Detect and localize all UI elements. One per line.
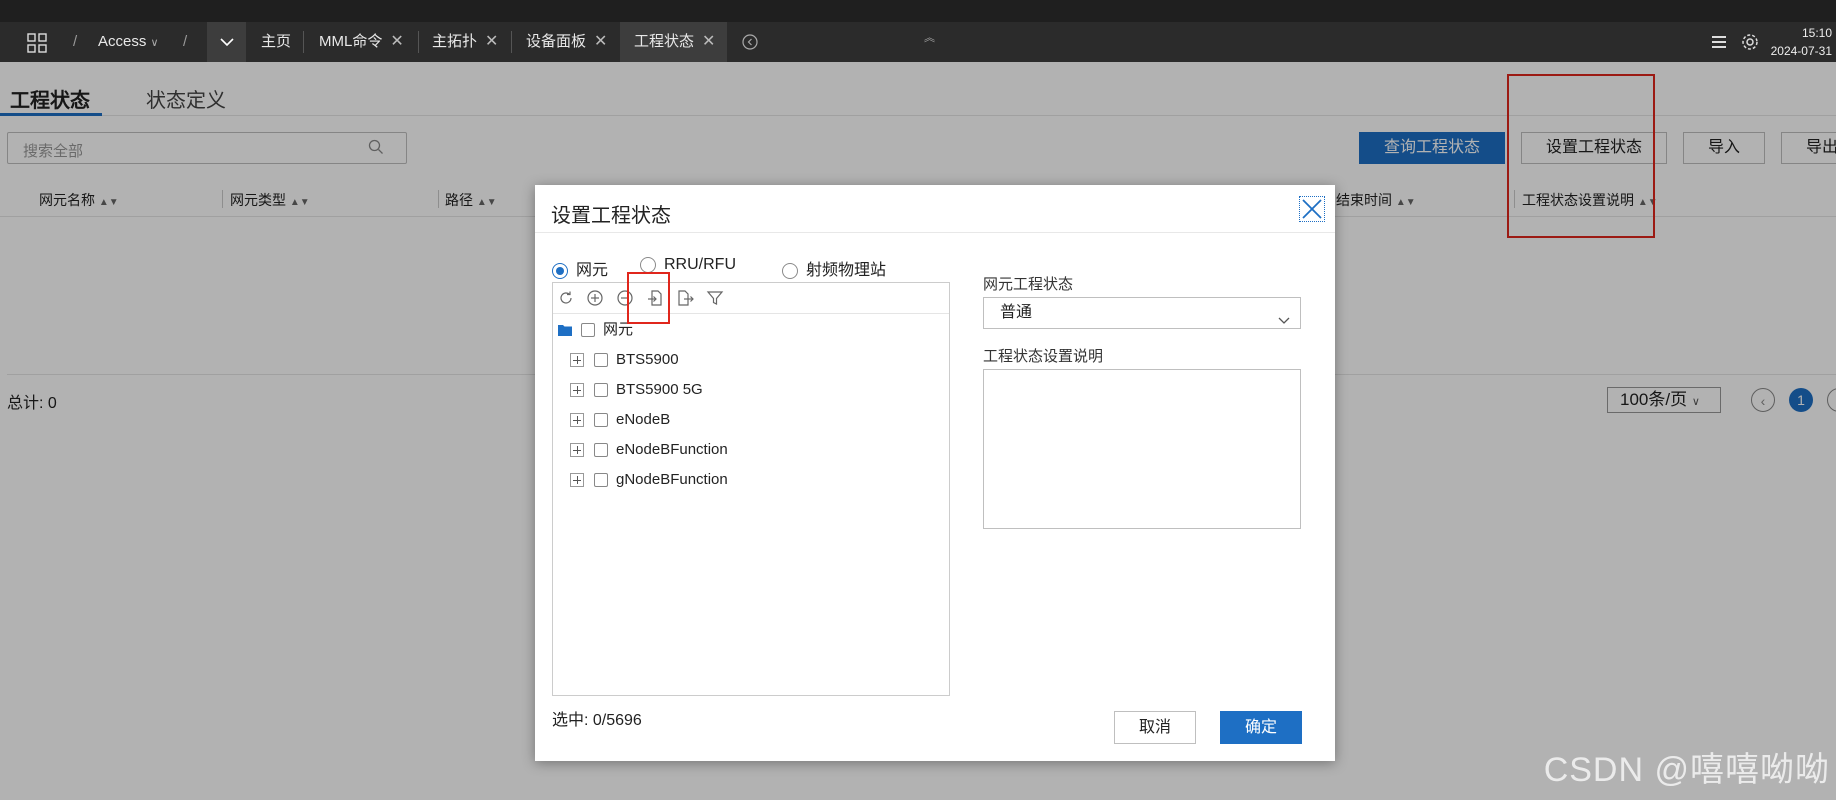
clock-date: 2024-07-31 [1770,44,1832,58]
status-select[interactable]: 普通 [983,297,1301,329]
breadcrumb-separator: / [183,33,188,50]
top-navigation-bar: / Access ∨ / 主页 MML命令 ✕ 主拓扑 ✕ 设备面板 ✕ 工程状态 ✕ … [0,22,1836,62]
clock: 15:10 2024-07-31 [1771,24,1832,60]
selected-count: 选中: 0/5696 [552,712,642,729]
filter-icon[interactable] [706,289,724,307]
tabs-dropdown-button[interactable] [207,22,246,62]
chevron-down-icon: ∨ [150,37,159,49]
checkbox[interactable] [594,383,608,398]
checkbox[interactable] [594,353,608,368]
tab-engineering-status[interactable]: 工程状态 ✕ [620,22,727,62]
description-field-label: 工程状态设置说明 [983,348,1104,365]
window-top-strip [0,0,1836,22]
expand-icon[interactable] [570,473,584,488]
expand-icon[interactable] [570,443,584,458]
folder-icon [558,325,572,337]
refresh-icon[interactable] [557,289,575,307]
clock-time: 15:10 [1801,26,1832,40]
tree-node[interactable]: gNodeBFunction [570,470,728,490]
expand-all-icon[interactable] [586,289,604,307]
chevron-down-icon [1278,306,1290,336]
checkbox[interactable] [594,413,608,428]
tree-root[interactable]: 网元 [557,320,633,340]
cancel-button[interactable]: 取消 [1114,711,1196,744]
tab-divider [303,31,304,53]
checkbox[interactable] [594,443,608,458]
radio-rf-site[interactable]: 射频物理站 [782,256,886,280]
tab-mml[interactable]: MML命令 ✕ [319,22,404,62]
close-icon[interactable]: ✕ [390,33,403,50]
breadcrumb-separator: / [73,33,78,50]
scroll-left-icon[interactable] [742,22,758,62]
gear-icon[interactable] [1741,22,1759,62]
radio-button-selected[interactable] [552,262,568,279]
close-icon[interactable]: ✕ [485,33,498,50]
expand-icon[interactable] [570,353,584,368]
confirm-button[interactable]: 确定 [1220,711,1302,744]
tab-home[interactable]: 主页 [261,22,291,62]
tab-topology[interactable]: 主拓扑 ✕ [432,22,498,62]
radio-button[interactable] [782,262,798,279]
description-textarea[interactable] [983,369,1301,529]
tab-divider [418,31,419,53]
tree-toolbar [553,283,949,314]
tree-node[interactable]: eNodeBFunction [570,440,728,460]
checkbox[interactable] [594,473,608,488]
dialog-title: 设置工程状态 [551,205,671,227]
close-icon[interactable]: ✕ [702,33,715,50]
dialog-header-divider [535,232,1335,233]
close-icon[interactable] [1299,196,1325,222]
highlight-box [627,272,670,324]
status-field-label: 网元工程状态 [983,276,1074,293]
apps-grid-icon[interactable] [27,23,47,63]
ne-tree-panel: 网元 BTS5900 BTS5900 5G eNodeB eNodeBFunct… [552,282,950,696]
expand-icon[interactable] [570,413,584,428]
export-file-icon[interactable] [676,289,694,307]
close-icon[interactable]: ✕ [594,33,607,50]
tree-node[interactable]: eNodeB [570,410,670,430]
tab-device-panel[interactable]: 设备面板 ✕ [526,22,607,62]
tree-node[interactable]: BTS5900 [570,350,679,370]
checkbox[interactable] [581,323,595,338]
watermark: CSDN @嘻嘻呦呦 [1543,751,1830,789]
breadcrumb-app[interactable]: Access ∨ [98,22,159,62]
expand-icon[interactable] [570,383,584,398]
tab-divider [511,31,512,53]
menu-icon[interactable] [1711,22,1727,62]
tree-node[interactable]: BTS5900 5G [570,380,703,400]
radio-button[interactable] [640,256,656,273]
radio-ne[interactable]: 网元 [552,256,608,280]
